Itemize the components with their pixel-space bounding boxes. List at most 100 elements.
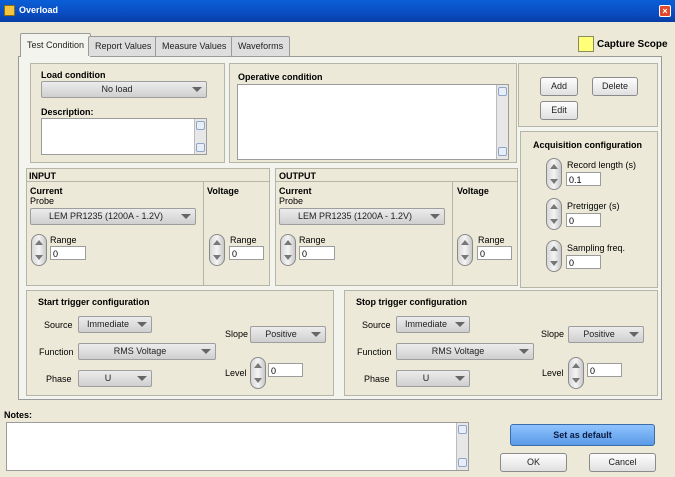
chevron-down-icon xyxy=(455,376,465,381)
input-probe-label: Probe xyxy=(30,196,55,206)
add-button[interactable]: Add xyxy=(540,77,578,96)
output-col-divider xyxy=(452,181,453,286)
stop-phase-value: U xyxy=(422,373,430,383)
output-probe-dropdown[interactable]: LEM PR1235 (1200A - 1.2V) xyxy=(279,208,445,225)
tab-test-condition[interactable]: Test Condition xyxy=(20,33,92,57)
stop-function-dropdown[interactable]: RMS Voltage xyxy=(396,343,534,360)
input-current-label: Current xyxy=(30,186,63,196)
arrow-down-icon[interactable] xyxy=(550,261,558,266)
arrow-up-icon[interactable] xyxy=(461,240,469,245)
output-voltage-spinner[interactable] xyxy=(457,234,473,266)
operative-condition-label: Operative condition xyxy=(238,72,323,82)
stop-phase-dropdown[interactable]: U xyxy=(396,370,470,387)
chevron-down-icon xyxy=(311,332,321,337)
input-divider xyxy=(26,181,270,182)
arrow-down-icon[interactable] xyxy=(254,378,262,383)
stop-slope-value: Positive xyxy=(583,329,615,339)
stop-level-field[interactable]: 0 xyxy=(587,363,622,377)
arrow-up-icon[interactable] xyxy=(284,240,292,245)
pretrigger-label: Pretrigger (s) xyxy=(567,201,620,211)
record-length-field[interactable]: 0.1 xyxy=(566,172,601,186)
record-length-label: Record length (s) xyxy=(567,160,637,170)
start-slope-label: Slope xyxy=(225,329,249,339)
output-voltage-range-field[interactable]: 0 xyxy=(477,246,512,260)
start-phase-label: Phase xyxy=(46,374,72,384)
arrow-up-icon[interactable] xyxy=(572,363,580,368)
tab-report-values[interactable]: Report Values xyxy=(88,36,159,56)
start-level-spinner[interactable] xyxy=(250,357,266,389)
description-scrollbar[interactable] xyxy=(194,119,206,154)
notes-field[interactable] xyxy=(6,422,469,471)
input-range-field[interactable]: 0 xyxy=(50,246,86,260)
arrow-up-icon[interactable] xyxy=(35,240,43,245)
cancel-button[interactable]: Cancel xyxy=(589,453,656,472)
output-range-field[interactable]: 0 xyxy=(299,246,335,260)
scroll-up-icon[interactable] xyxy=(196,121,205,130)
load-condition-dropdown[interactable]: No load xyxy=(41,81,207,98)
input-col-divider xyxy=(203,181,204,286)
scroll-up-icon[interactable] xyxy=(498,87,507,96)
notes-scrollbar[interactable] xyxy=(456,423,468,470)
arrow-down-icon[interactable] xyxy=(461,255,469,260)
output-range-label: Range xyxy=(299,235,326,245)
edit-button[interactable]: Edit xyxy=(540,101,578,120)
arrow-up-icon[interactable] xyxy=(254,363,262,368)
start-source-value: Immediate xyxy=(86,319,130,329)
start-phase-dropdown[interactable]: U xyxy=(78,370,152,387)
start-level-field[interactable]: 0 xyxy=(268,363,303,377)
sampling-label: Sampling freq. xyxy=(567,243,626,253)
scroll-down-icon[interactable] xyxy=(498,147,507,156)
arrow-down-icon[interactable] xyxy=(572,378,580,383)
chevron-down-icon xyxy=(137,376,147,381)
arrow-up-icon[interactable] xyxy=(213,240,221,245)
arrow-down-icon[interactable] xyxy=(35,255,43,260)
pretrigger-field[interactable]: 0 xyxy=(566,213,601,227)
start-slope-dropdown[interactable]: Positive xyxy=(250,326,326,343)
operative-scrollbar[interactable] xyxy=(496,85,508,159)
scroll-down-icon[interactable] xyxy=(458,458,467,467)
set-default-button[interactable]: Set as default xyxy=(510,424,655,446)
capture-scope-indicator[interactable] xyxy=(578,36,594,52)
tab-waveforms[interactable]: Waveforms xyxy=(231,36,291,56)
input-voltage-spinner[interactable] xyxy=(209,234,225,266)
start-function-dropdown[interactable]: RMS Voltage xyxy=(78,343,216,360)
stop-source-dropdown[interactable]: Immediate xyxy=(396,316,470,333)
input-probe-dropdown[interactable]: LEM PR1235 (1200A - 1.2V) xyxy=(30,208,196,225)
description-label: Description: xyxy=(41,107,94,117)
description-field[interactable] xyxy=(41,118,207,155)
pretrigger-spinner[interactable] xyxy=(546,198,562,230)
start-source-dropdown[interactable]: Immediate xyxy=(78,316,152,333)
sampling-spinner[interactable] xyxy=(546,240,562,272)
chevron-down-icon xyxy=(181,214,191,219)
stop-slope-label: Slope xyxy=(541,329,565,339)
chevron-down-icon xyxy=(430,214,440,219)
notes-label: Notes: xyxy=(4,410,33,420)
output-title: OUTPUT xyxy=(279,171,316,181)
start-level-label: Level xyxy=(225,368,247,378)
arrow-up-icon[interactable] xyxy=(550,246,558,251)
arrow-down-icon[interactable] xyxy=(550,179,558,184)
stop-slope-dropdown[interactable]: Positive xyxy=(568,326,644,343)
delete-button[interactable]: Delete xyxy=(592,77,638,96)
arrow-down-icon[interactable] xyxy=(284,255,292,260)
arrow-up-icon[interactable] xyxy=(550,164,558,169)
ok-button[interactable]: OK xyxy=(500,453,567,472)
arrow-up-icon[interactable] xyxy=(550,204,558,209)
input-range-spinner[interactable] xyxy=(31,234,47,266)
stop-level-spinner[interactable] xyxy=(568,357,584,389)
load-condition-value: No load xyxy=(101,84,133,94)
stop-source-label: Source xyxy=(362,320,391,330)
close-button[interactable]: × xyxy=(659,5,671,17)
output-range-spinner[interactable] xyxy=(280,234,296,266)
record-length-spinner[interactable] xyxy=(546,158,562,190)
window-title: Overload xyxy=(19,5,59,15)
tab-measure-values[interactable]: Measure Values xyxy=(155,36,234,56)
arrow-down-icon[interactable] xyxy=(213,255,221,260)
operative-condition-field[interactable] xyxy=(237,84,509,160)
arrow-down-icon[interactable] xyxy=(550,219,558,224)
sampling-field[interactable]: 0 xyxy=(566,255,601,269)
stop-function-value: RMS Voltage xyxy=(431,346,485,356)
scroll-up-icon[interactable] xyxy=(458,425,467,434)
scroll-down-icon[interactable] xyxy=(196,143,205,152)
input-voltage-range-field[interactable]: 0 xyxy=(229,246,264,260)
